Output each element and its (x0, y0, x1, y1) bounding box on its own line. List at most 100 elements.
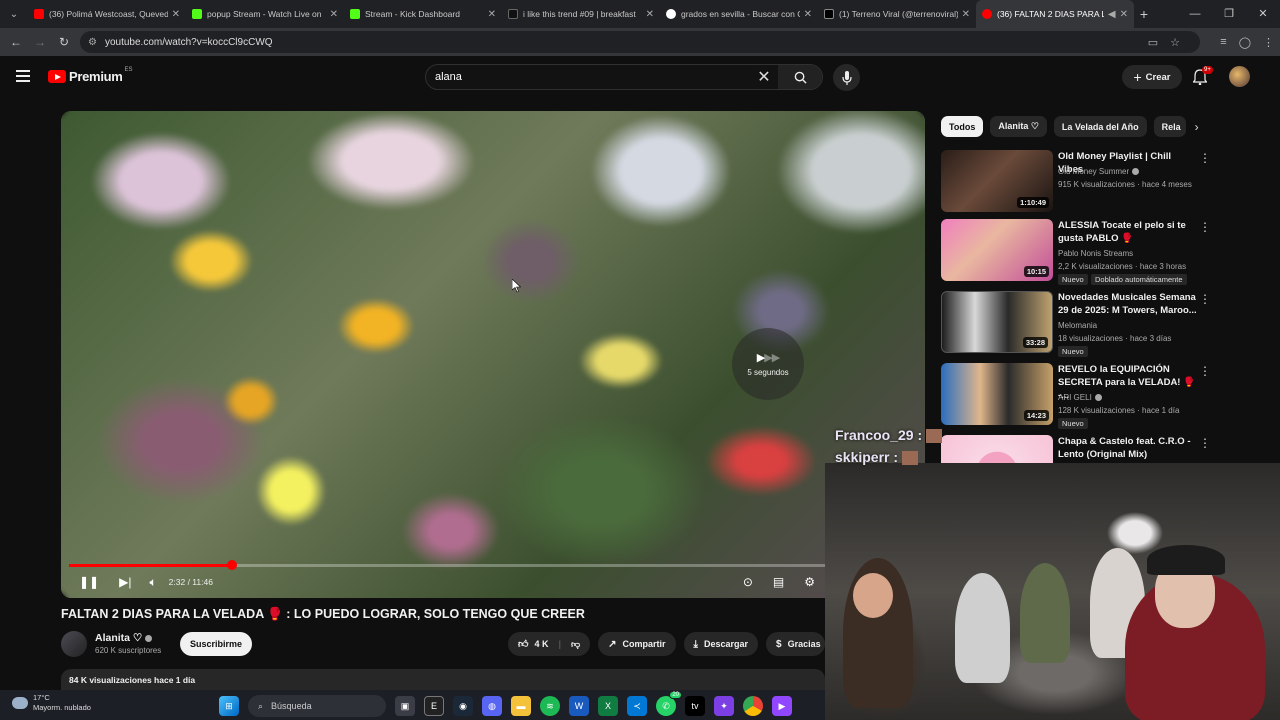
channel-name[interactable]: Alanita ♡ (95, 632, 153, 644)
video-thumbnail[interactable] (941, 435, 1053, 465)
rec-channel[interactable]: Pablo Nonis Streams (1058, 247, 1133, 260)
video-thumbnail[interactable]: 33:28 (941, 291, 1053, 353)
recommendation-item[interactable]: Chapa & Castelo feat. C.R.O - Lento (Ori… (941, 435, 1261, 465)
chrome-icon[interactable] (743, 696, 763, 716)
progress-bar[interactable] (69, 560, 825, 570)
like-icon[interactable]: 👍︎ (518, 638, 528, 650)
forward-icon[interactable]: → (28, 35, 52, 49)
video-thumbnail[interactable]: 1:10:49 (941, 150, 1053, 212)
rec-channel[interactable]: ARI GELI (1058, 391, 1102, 404)
vscode-icon[interactable]: ≺ (627, 696, 647, 716)
volume-icon[interactable]: 🔈︎ (149, 575, 156, 590)
chip-la-velada[interactable]: La Velada del Año (1053, 116, 1147, 137)
voice-search-button[interactable] (833, 64, 860, 91)
youtube-premium-logo[interactable]: Premium ES (48, 67, 133, 84)
tab-search-icon[interactable]: ⌄ (0, 0, 28, 28)
back-icon[interactable]: ← (4, 35, 28, 49)
browser-tab[interactable]: (36) Polimá Westcoast, Quevedo ✕ (28, 0, 186, 28)
chip-todos[interactable]: Todos (941, 116, 984, 137)
rec-title[interactable]: ALESSIA Tocate el pelo si te gusta PABLO… (1058, 219, 1198, 245)
browser-tab[interactable]: (1) Terreno Viral (@terrenoviral) ✕ (818, 0, 976, 28)
taskbar-search[interactable]: ⌕ Búsqueda (248, 695, 386, 717)
tab-close-icon[interactable]: ✕ (646, 9, 654, 20)
url-field[interactable]: ⚙ youtube.com/watch?v=koccCl9cCWQ ▭ ☆ (80, 31, 1200, 53)
recommendation-item[interactable]: 14:23 REVELO la EQUIPACIÓN SECRETA para … (941, 363, 1261, 429)
clear-search-icon[interactable]: ✕ (750, 67, 778, 87)
thanks-button[interactable]: $ Gracias (766, 632, 825, 656)
steam-icon[interactable]: ◉ (453, 696, 473, 716)
more-options-icon[interactable]: ⋮ (1199, 220, 1211, 234)
app-icon[interactable]: ✦ (714, 696, 734, 716)
windows-start-icon[interactable]: ⊞ (219, 696, 239, 716)
rec-title[interactable]: Novedades Musicales Semana 29 de 2025: M… (1058, 291, 1198, 317)
tab-close-icon[interactable]: ✕ (804, 9, 812, 20)
subscribe-button[interactable]: Suscribirme (180, 632, 252, 656)
search-button[interactable] (778, 65, 822, 89)
chevron-right-icon[interactable]: › (1195, 120, 1199, 134)
rec-channel[interactable]: Melomania (1058, 319, 1097, 332)
file-explorer-icon[interactable]: ▬ (511, 696, 531, 716)
new-tab-button[interactable]: + (1134, 6, 1154, 22)
epic-games-icon[interactable]: E (424, 696, 444, 716)
settings-gear-icon[interactable]: ⚙ (804, 575, 815, 589)
create-button[interactable]: + Crear (1122, 65, 1182, 89)
excel-icon[interactable]: X (598, 696, 618, 716)
menu-icon[interactable] (16, 70, 30, 85)
browser-tab[interactable]: Stream - Kick Dashboard ✕ (344, 0, 502, 28)
task-view-icon[interactable]: ▣ (395, 696, 415, 716)
reload-icon[interactable]: ↻ (52, 35, 76, 49)
browser-tab[interactable]: popup Stream - Watch Live on ✕ (186, 0, 344, 28)
tab-close-icon[interactable]: ✕ (330, 9, 338, 20)
chip-channel[interactable]: Alanita ♡ (990, 116, 1047, 137)
recommendation-item[interactable]: 33:28 Novedades Musicales Semana 29 de 2… (941, 291, 1261, 357)
cast-icon[interactable]: ▭ (1148, 36, 1158, 49)
account-avatar[interactable] (1229, 66, 1250, 87)
dislike-icon[interactable]: 👎︎ (571, 639, 580, 650)
tab-close-icon[interactable]: ✕ (962, 9, 970, 20)
word-icon[interactable]: W (569, 696, 589, 716)
autoplay-toggle-icon[interactable]: ⊙ (743, 575, 753, 589)
tab-mute-icon[interactable]: ◀ (1108, 9, 1116, 20)
chip-related[interactable]: Rela (1153, 116, 1186, 137)
browser-tab[interactable]: i like this trend #09 | breakfast ✕ (502, 0, 660, 28)
browser-menu-icon[interactable]: ⋮ (1263, 36, 1274, 49)
minimize-icon[interactable]: — (1178, 0, 1212, 28)
like-count[interactable]: 4 K (534, 639, 548, 649)
pause-icon[interactable]: ❚❚ (79, 575, 99, 589)
twitch-icon[interactable]: ▶ (772, 696, 792, 716)
whatsapp-icon[interactable]: ✆ 20 (656, 691, 682, 716)
download-button[interactable]: ⤓ Descargar (683, 632, 758, 656)
apple-tv-icon[interactable]: tv (685, 696, 705, 716)
video-thumbnail[interactable]: 14:23 (941, 363, 1053, 425)
tab-close-icon[interactable]: ✕ (488, 9, 496, 20)
next-video-icon[interactable]: ▶| (119, 575, 131, 589)
maximize-icon[interactable]: ❐ (1212, 0, 1246, 28)
more-options-icon[interactable]: ⋮ (1199, 292, 1211, 306)
tab-close-icon[interactable]: ✕ (1120, 9, 1128, 20)
channel-avatar[interactable] (61, 631, 87, 657)
rec-channel[interactable]: Old Money Summer (1058, 165, 1140, 178)
discord-icon[interactable]: ◍ (482, 696, 502, 716)
bookmark-star-icon[interactable]: ☆ (1170, 36, 1180, 49)
spotify-icon[interactable]: ≋ (540, 696, 560, 716)
more-options-icon[interactable]: ⋮ (1199, 436, 1211, 450)
recommendation-item[interactable]: 1:10:49 Old Money Playlist | Chill Vibes… (941, 150, 1261, 214)
tab-groups-icon[interactable]: ≡ (1220, 36, 1226, 48)
more-options-icon[interactable]: ⋮ (1199, 151, 1211, 165)
subtitles-icon[interactable]: ▤ (773, 575, 784, 589)
tab-close-icon[interactable]: ✕ (172, 9, 180, 20)
search-input[interactable]: alana (426, 71, 750, 83)
progress-scrubber[interactable] (226, 560, 237, 570)
recommendation-item[interactable]: 10:15 ALESSIA Tocate el pelo si te gusta… (941, 219, 1261, 285)
rec-title[interactable]: Chapa & Castelo feat. C.R.O - Lento (Ori… (1058, 435, 1198, 461)
weather-widget[interactable]: 17°C Mayorm. nublado (12, 693, 91, 713)
search-box[interactable]: alana ✕ (425, 64, 823, 90)
browser-tab-active[interactable]: (36) FALTAN 2 DIAS PARA L ◀ ✕ (976, 0, 1134, 28)
share-button[interactable]: ↗ Compartir (598, 632, 676, 656)
profile-icon[interactable]: ◯ (1239, 36, 1251, 49)
more-options-icon[interactable]: ⋮ (1199, 364, 1211, 378)
site-info-icon[interactable]: ⚙ (88, 37, 97, 48)
close-window-icon[interactable]: ✕ (1246, 0, 1280, 28)
browser-tab[interactable]: grados en sevilla - Buscar con G ✕ (660, 0, 818, 28)
video-thumbnail[interactable]: 10:15 (941, 219, 1053, 281)
